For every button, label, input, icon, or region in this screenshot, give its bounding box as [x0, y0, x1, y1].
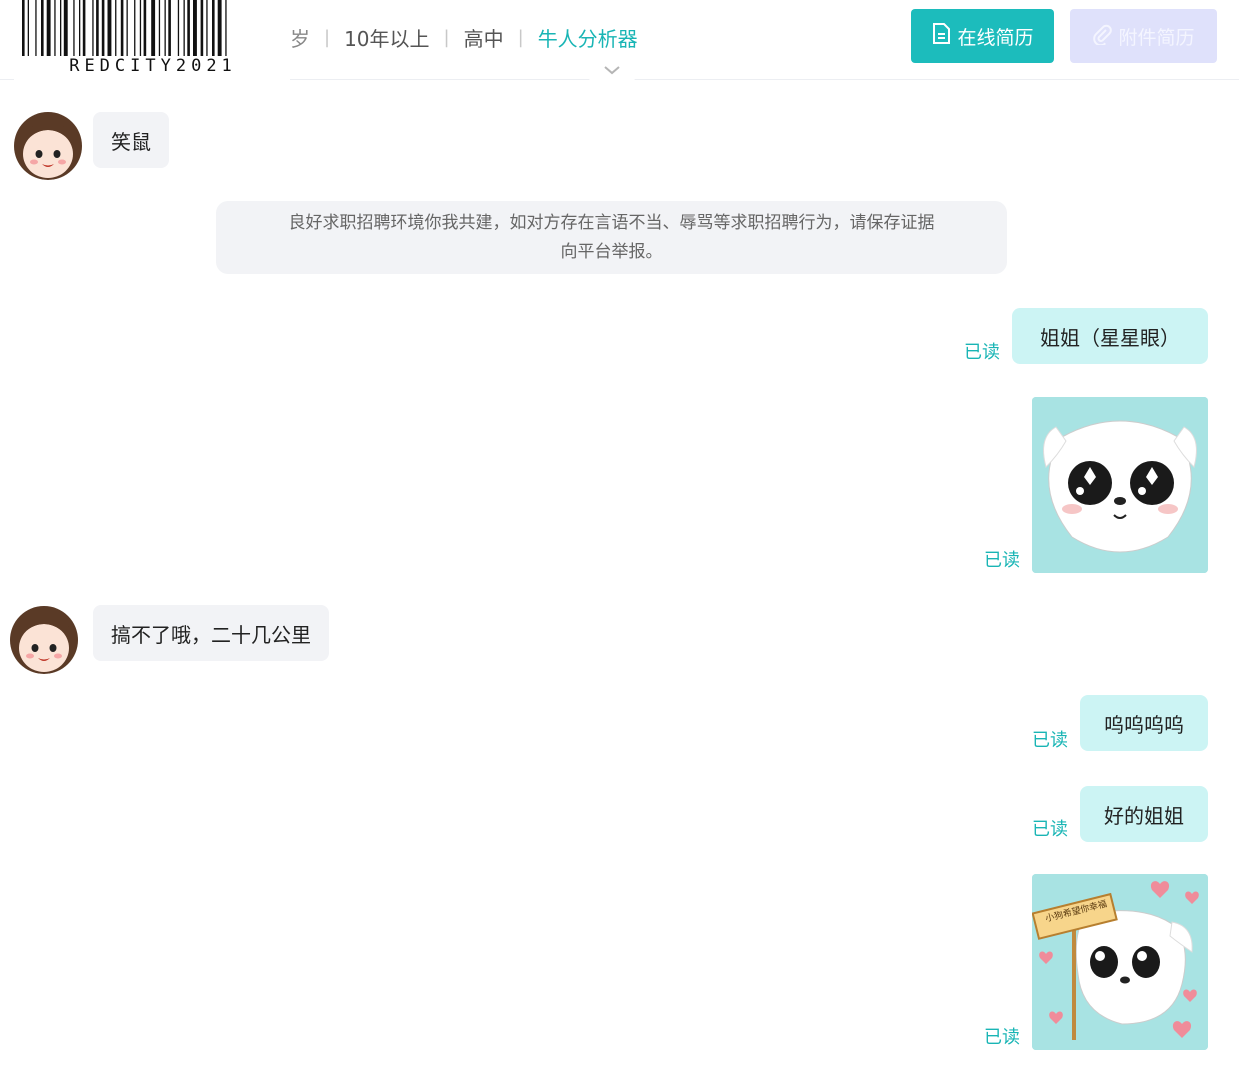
read-status: 已读	[1032, 819, 1068, 840]
sticker-image[interactable]: 小狗希望你幸福	[1032, 874, 1208, 1050]
chevron-down-icon	[603, 60, 621, 79]
attachment-resume-button[interactable]: 附件简历	[1070, 9, 1217, 63]
education-text: 高中	[463, 26, 504, 51]
sticker-image[interactable]	[1032, 397, 1208, 573]
message-bubble-sent: 姐姐（星星眼）	[1012, 308, 1208, 364]
message-text: 搞不了哦，二十几公里	[111, 622, 311, 647]
read-status: 已读	[984, 1027, 1020, 1048]
age-text: 岁	[290, 26, 310, 51]
candidate-meta: 岁 | 10年以上 | 高中 | 牛人分析器	[290, 22, 638, 52]
watermark-barcode: REDCITY2021	[14, 0, 290, 82]
message-bubble-received: 搞不了哦，二十几公里	[93, 605, 329, 661]
read-status: 已读	[1032, 730, 1068, 751]
message-text: 好的姐姐	[1104, 803, 1184, 828]
message-text: 呜呜呜呜	[1104, 712, 1184, 737]
read-status: 已读	[964, 342, 1000, 363]
divider: |	[517, 26, 524, 48]
notice-line: 良好求职招聘环境你我共建，如对方存在言语不当、辱骂等求职招聘行为，请保存证据	[288, 213, 935, 233]
analyzer-link[interactable]: 牛人分析器	[538, 23, 638, 52]
watermark-text: REDCITY2021	[69, 56, 237, 76]
message-text: 姐姐（星星眼）	[1040, 325, 1180, 350]
message-bubble-sent: 好的姐姐	[1080, 786, 1208, 842]
experience-text: 10年以上	[344, 26, 430, 51]
system-notice: 良好求职招聘环境你我共建，如对方存在言语不当、辱骂等求职招聘行为，请保存证据 向…	[216, 201, 1007, 274]
online-resume-label: 在线简历	[957, 26, 1034, 49]
avatar[interactable]	[10, 104, 86, 180]
paperclip-icon	[1092, 23, 1113, 50]
online-resume-button[interactable]: 在线简历	[911, 9, 1054, 63]
read-status: 已读	[984, 550, 1020, 571]
attachment-resume-label: 附件简历	[1118, 26, 1195, 49]
barcode-icon	[22, 0, 227, 56]
notice-line: 向平台举报。	[560, 242, 663, 262]
collapse-toggle[interactable]	[586, 56, 638, 82]
message-text: 笑鼠	[111, 129, 151, 154]
message-bubble-sent: 呜呜呜呜	[1080, 695, 1208, 751]
avatar[interactable]	[6, 598, 82, 674]
message-bubble-received: 笑鼠	[93, 112, 169, 168]
divider: |	[324, 26, 331, 48]
document-icon	[931, 22, 951, 50]
divider: |	[443, 26, 450, 48]
